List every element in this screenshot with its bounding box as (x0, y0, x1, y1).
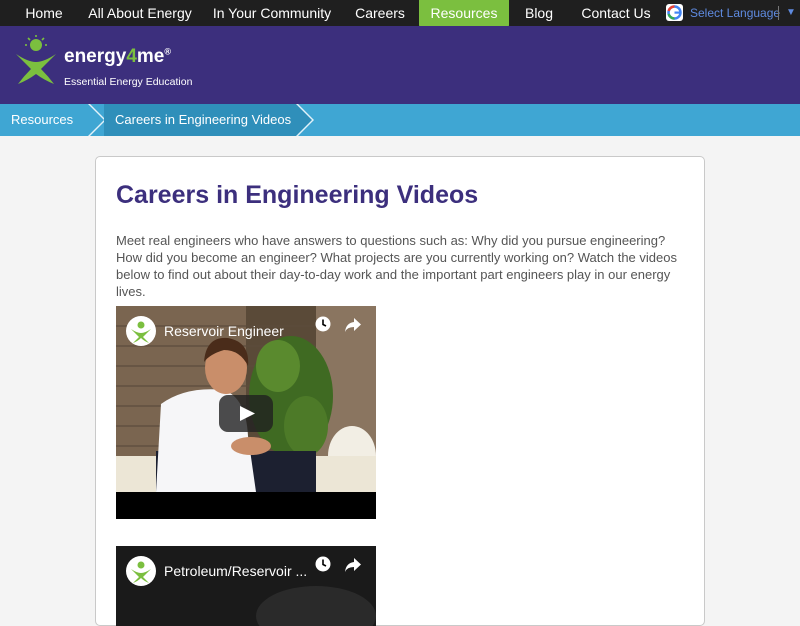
brand-name-part-me: me (136, 46, 165, 67)
share-icon[interactable] (344, 557, 362, 573)
brand-tagline: Essential Energy Education (64, 76, 193, 88)
nav-home[interactable]: Home (14, 0, 74, 26)
play-button[interactable] (219, 395, 273, 432)
nav-contact-us[interactable]: Contact Us (576, 0, 656, 26)
brand-name-part-energy: energy (64, 46, 127, 67)
brand-name-part-4: 4 (126, 46, 137, 67)
nav-all-about-energy[interactable]: All About Energy (82, 0, 198, 26)
page-title: Careers in Engineering Videos (116, 181, 479, 209)
watch-later-icon[interactable] (315, 556, 331, 572)
nav-resources[interactable]: Resources (419, 0, 509, 29)
breadcrumb-item-current: Careers in Engineering Videos (104, 104, 298, 136)
language-select-label: Select Language (690, 6, 781, 20)
nav-blog[interactable]: Blog (515, 0, 563, 26)
play-icon (240, 406, 255, 421)
google-translate-icon (666, 4, 683, 21)
brand-name[interactable]: energy4me® (64, 46, 171, 68)
site-header: energy4me® Essential Energy Education (0, 26, 800, 104)
language-divider (778, 6, 779, 20)
breadcrumb-item-resources[interactable]: Resources (0, 104, 90, 136)
top-navigation: Home All About Energy In Your Community … (0, 0, 800, 29)
language-select[interactable]: Select Language ▼ (662, 0, 800, 26)
video-player[interactable]: Petroleum/Reservoir ... (116, 546, 376, 626)
intro-paragraph: Meet real engineers who have answers to … (116, 233, 677, 299)
breadcrumb: Resources Careers in Engineering Videos (0, 104, 800, 136)
energy4me-logo-icon[interactable] (14, 34, 60, 86)
video-title[interactable]: Reservoir Engineer (164, 323, 284, 339)
registered-mark: ® (164, 46, 171, 57)
nav-careers[interactable]: Careers (347, 0, 413, 26)
content-card: Careers in Engineering Videos Meet real … (95, 156, 705, 626)
chevron-down-icon: ▼ (786, 7, 796, 18)
breadcrumb-chevron-icon (296, 104, 314, 136)
watch-later-icon[interactable] (315, 316, 331, 332)
channel-logo-icon[interactable] (126, 316, 156, 346)
video-player[interactable]: Reservoir Engineer (116, 306, 376, 519)
nav-in-your-community[interactable]: In Your Community (208, 0, 336, 26)
video-title[interactable]: Petroleum/Reservoir ... (164, 563, 307, 579)
channel-logo-icon[interactable] (126, 556, 156, 586)
share-icon[interactable] (344, 317, 362, 333)
